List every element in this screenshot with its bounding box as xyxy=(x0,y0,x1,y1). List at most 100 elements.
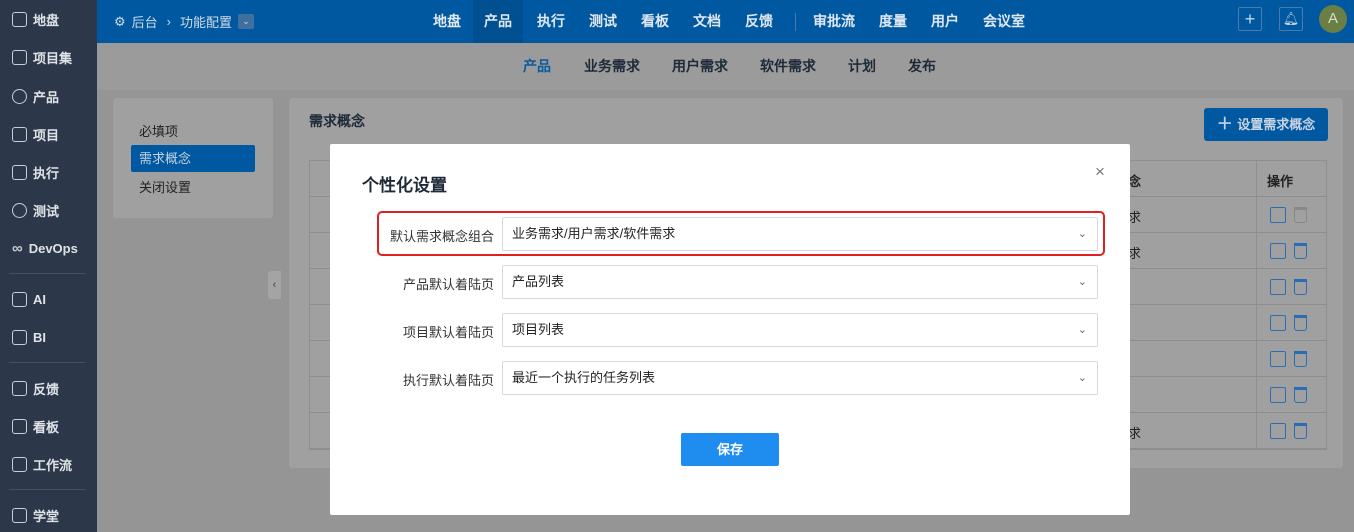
label: 工作流 xyxy=(33,457,73,473)
button-label: 设置需求概念 xyxy=(1237,117,1316,132)
sidebar-item-product[interactable]: 产品 xyxy=(12,84,59,108)
sidebar-item-feedback[interactable]: 反馈 xyxy=(12,376,59,400)
nav-dashboard[interactable]: 地盘 xyxy=(422,0,472,43)
edit-icon[interactable] xyxy=(1270,315,1286,331)
edit-icon[interactable] xyxy=(1270,351,1286,367)
select-value: 项目列表 xyxy=(512,322,565,337)
actions-header: 操作 xyxy=(1267,174,1294,189)
menu-story-concept[interactable]: 需求概念 xyxy=(131,145,255,172)
workflow-icon xyxy=(12,456,27,472)
modal-title: 个性化设置 xyxy=(362,176,447,195)
sidebar: 地盘 项目集 产品 项目 执行 测试 ∞ DevOps AI BI 反馈 看板 工… xyxy=(0,0,97,532)
save-button[interactable]: 保存 xyxy=(681,433,779,466)
edit-icon[interactable] xyxy=(1270,207,1286,223)
chevron-down-icon: ⌄ xyxy=(1077,324,1087,336)
select-value: 业务需求/用户需求/软件需求 xyxy=(512,226,676,241)
nav-meeting[interactable]: 会议室 xyxy=(972,0,1036,43)
sidebar-item-kanban[interactable]: 看板 xyxy=(12,414,59,438)
trash-icon[interactable] xyxy=(1294,387,1307,403)
divider xyxy=(9,273,85,274)
product-landing-select[interactable]: 产品列表 ⌄ xyxy=(502,265,1098,299)
sidebar-item-bi[interactable]: BI xyxy=(12,325,46,349)
nav-approval[interactable]: 审批流 xyxy=(802,0,866,43)
sidebar-item-dashboard[interactable]: 地盘 xyxy=(12,7,59,31)
chevron-down-icon: ⌄ xyxy=(1077,228,1087,240)
gear-icon: ⚙ xyxy=(114,13,126,29)
label: AI xyxy=(33,291,46,307)
nav-users[interactable]: 用户 xyxy=(920,0,970,43)
subnav-product[interactable]: 产品 xyxy=(523,43,551,90)
subnav-software-req[interactable]: 软件需求 xyxy=(760,43,816,90)
menu-close-settings[interactable]: 关闭设置 xyxy=(131,174,255,201)
trash-icon[interactable] xyxy=(1294,351,1307,367)
subnav-user-req[interactable]: 用户需求 xyxy=(672,43,728,90)
trash-icon[interactable] xyxy=(1294,315,1307,331)
edit-icon[interactable] xyxy=(1270,387,1286,403)
sidebar-item-school[interactable]: 学堂 xyxy=(12,503,59,527)
edit-icon[interactable] xyxy=(1270,243,1286,259)
collapse-toggle[interactable]: ‹ xyxy=(268,271,281,299)
robot-icon xyxy=(12,291,27,307)
row-actions xyxy=(1270,315,1307,331)
nav-docs[interactable]: 文档 xyxy=(682,0,732,43)
trash-icon[interactable] xyxy=(1294,423,1307,439)
edit-icon[interactable] xyxy=(1270,423,1286,439)
field-label: 执行默认着陆页 xyxy=(402,373,494,388)
bell-icon[interactable]: 🔔︎ xyxy=(1279,7,1303,31)
row-actions xyxy=(1270,243,1307,259)
nav-product[interactable]: 产品 xyxy=(473,0,523,43)
trash-icon[interactable] xyxy=(1294,243,1307,259)
personalization-modal: 个性化设置 × 默认需求概念组合 业务需求/用户需求/软件需求 ⌄ 产品默认着陆页… xyxy=(330,144,1130,515)
sidebar-item-devops[interactable]: ∞ DevOps xyxy=(12,236,78,260)
set-concept-button[interactable]: ＋ 设置需求概念 xyxy=(1204,108,1328,141)
field-label: 产品默认着陆页 xyxy=(402,277,494,292)
dropdown-toggle[interactable]: ⌄ xyxy=(238,14,255,29)
close-icon[interactable]: × xyxy=(1095,162,1105,182)
label: 反馈 xyxy=(33,381,60,397)
nav-kanban[interactable]: 看板 xyxy=(630,0,680,43)
project-landing-select[interactable]: 项目列表 ⌄ xyxy=(502,313,1098,347)
subnav-plan[interactable]: 计划 xyxy=(848,43,876,90)
breadcrumb-root[interactable]: 后台 xyxy=(132,12,158,31)
sidebar-item-program[interactable]: 项目集 xyxy=(12,45,72,69)
lightbulb-icon xyxy=(12,88,27,104)
field-label: 默认需求概念组合 xyxy=(389,229,494,244)
chevron-right-icon: › xyxy=(166,14,172,29)
breadcrumb-current: 功能配置 xyxy=(180,15,233,30)
execution-landing-select[interactable]: 最近一个执行的任务列表 ⌄ xyxy=(502,361,1098,395)
row-actions xyxy=(1270,423,1307,439)
edit-icon[interactable] xyxy=(1270,279,1286,295)
chevron-down-icon: ⌄ xyxy=(1077,372,1087,384)
top-header: ⚙ 后台 › 功能配置 ⌄ 地盘 产品 执行 测试 看板 文档 反馈 审批流 度… xyxy=(97,0,1354,43)
default-concept-select[interactable]: 业务需求/用户需求/软件需求 ⌄ xyxy=(502,217,1098,251)
infinity-icon: ∞ xyxy=(12,239,23,257)
nav-execution[interactable]: 执行 xyxy=(526,0,576,43)
sidebar-item-execution[interactable]: 执行 xyxy=(12,160,59,184)
sidebar-item-ai[interactable]: AI xyxy=(12,287,46,311)
label: 学堂 xyxy=(33,508,60,524)
subnav-business-req[interactable]: 业务需求 xyxy=(584,43,640,90)
add-icon[interactable]: + xyxy=(1238,7,1262,31)
chart-board-icon xyxy=(12,329,27,345)
nav-metrics[interactable]: 度量 xyxy=(868,0,918,43)
sidebar-item-workflow[interactable]: 工作流 xyxy=(12,452,72,476)
label: DevOps xyxy=(28,240,78,256)
subnav-release[interactable]: 发布 xyxy=(908,43,936,90)
trash-icon[interactable] xyxy=(1294,279,1307,295)
divider xyxy=(795,13,796,31)
label: 测试 xyxy=(33,203,60,219)
divider xyxy=(9,489,85,490)
nav-test[interactable]: 测试 xyxy=(578,0,628,43)
sidebar-item-test[interactable]: 测试 xyxy=(12,198,59,222)
nav-feedback[interactable]: 反馈 xyxy=(734,0,784,43)
search-bug-icon xyxy=(12,202,27,218)
avatar[interactable]: A xyxy=(1319,5,1347,33)
row-actions xyxy=(1270,279,1307,295)
sidebar-item-project[interactable]: 项目 xyxy=(12,122,59,146)
label: 项目 xyxy=(33,127,60,143)
sub-nav: 产品 业务需求 用户需求 软件需求 计划 发布 xyxy=(97,43,1354,90)
menu-required-fields[interactable]: 必填项 xyxy=(131,118,255,145)
kanban-icon xyxy=(12,418,27,434)
rocket-icon xyxy=(12,126,27,142)
feedback-icon xyxy=(12,380,27,396)
